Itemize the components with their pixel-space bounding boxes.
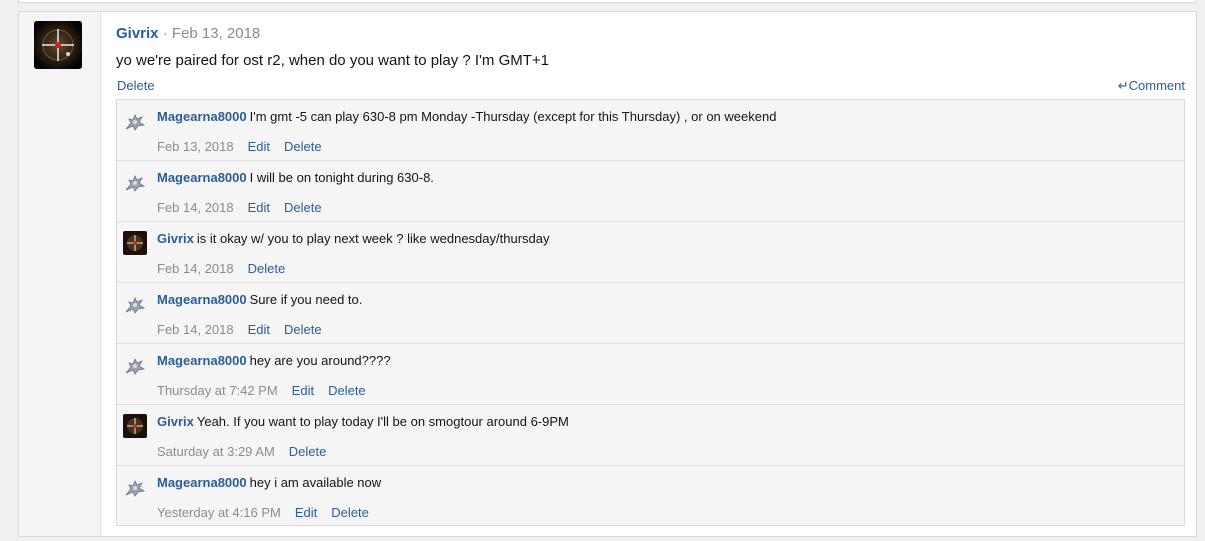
delete-comment-link[interactable]: Delete xyxy=(284,200,322,215)
comment-meta: Feb 13, 2018 Edit Delete xyxy=(157,139,322,154)
comment-item: Magearna8000 Sure if you need to. Feb 14, … xyxy=(117,283,1184,344)
comment-text: is it okay w/ you to play next week ? li… xyxy=(196,231,550,246)
previous-message-edge xyxy=(18,0,1196,3)
comment-date[interactable]: Feb 14, 2018 xyxy=(157,261,234,276)
edit-comment-link[interactable]: Edit xyxy=(295,505,317,520)
message-user-column xyxy=(19,12,101,536)
delete-post-link[interactable]: Delete xyxy=(117,78,155,93)
comment-meta: Saturday at 3:29 AM Delete xyxy=(157,444,326,459)
comment-author-link[interactable]: Givrix xyxy=(157,231,194,246)
comment-author-link[interactable]: Magearna8000 xyxy=(157,475,247,490)
comment-meta: Thursday at 7:42 PM Edit Delete xyxy=(157,383,366,398)
comment-item: Magearna8000 hey i am available now Yester… xyxy=(117,466,1184,527)
comment-meta: Feb 14, 2018 Edit Delete xyxy=(157,200,322,215)
comment-date[interactable]: Feb 14, 2018 xyxy=(157,322,234,337)
comment-button[interactable]: ↵Comment xyxy=(1118,78,1185,94)
reply-icon: ↵ xyxy=(1117,78,1129,93)
comment-item: Magearna8000 I'm gmt -5 can play 630-8 pm… xyxy=(117,100,1184,161)
comment-date[interactable]: Feb 14, 2018 xyxy=(157,200,234,215)
post-body: yo we're paired for ost r2, when do you … xyxy=(116,52,550,69)
givrix-avatar-image xyxy=(34,21,82,69)
delete-comment-link[interactable]: Delete xyxy=(289,444,327,459)
comment-content: Magearna8000 I'm gmt -5 can play 630-8 pm… xyxy=(157,109,776,124)
magearna-avatar[interactable] xyxy=(123,109,147,133)
comment-date[interactable]: Yesterday at 4:16 PM xyxy=(157,505,281,520)
comment-label: Comment xyxy=(1128,78,1185,93)
separator: · xyxy=(162,25,168,42)
comment-meta: Yesterday at 4:16 PM Edit Delete xyxy=(157,505,369,520)
comment-text: Yeah. If you want to play today I'll be … xyxy=(196,414,569,429)
comment-item: Givrix Yeah. If you want to play today I'… xyxy=(117,405,1184,466)
post-author-link[interactable]: Givrix xyxy=(116,25,159,42)
delete-comment-link[interactable]: Delete xyxy=(328,383,366,398)
edit-comment-link[interactable]: Edit xyxy=(248,139,270,154)
comment-author-link[interactable]: Magearna8000 xyxy=(157,170,247,185)
comment-text: Sure if you need to. xyxy=(249,292,363,307)
comment-text: I will be on tonight during 630-8. xyxy=(249,170,434,185)
comment-date[interactable]: Saturday at 3:29 AM xyxy=(157,444,275,459)
comment-content: Givrix is it okay w/ you to play next wee… xyxy=(157,231,549,246)
comment-author-link[interactable]: Magearna8000 xyxy=(157,109,247,124)
edit-comment-link[interactable]: Edit xyxy=(292,383,314,398)
magearna-avatar[interactable] xyxy=(123,292,147,316)
profile-post: Givrix · Feb 13, 2018 yo we're paired fo… xyxy=(18,11,1197,537)
comment-author-link[interactable]: Magearna8000 xyxy=(157,353,247,368)
comment-content: Magearna8000 Sure if you need to. xyxy=(157,292,362,307)
comment-content: Magearna8000 I will be on tonight during … xyxy=(157,170,434,185)
message-header: Givrix · Feb 13, 2018 xyxy=(116,25,260,42)
post-action-bar: Delete xyxy=(117,78,155,93)
delete-comment-link[interactable]: Delete xyxy=(284,139,322,154)
comment-text: I'm gmt -5 can play 630-8 pm Monday -Thu… xyxy=(249,109,777,124)
delete-comment-link[interactable]: Delete xyxy=(248,261,286,276)
edit-comment-link[interactable]: Edit xyxy=(248,200,270,215)
delete-comment-link[interactable]: Delete xyxy=(284,322,322,337)
comment-item: Magearna8000 I will be on tonight during … xyxy=(117,161,1184,222)
comment-item: Magearna8000 hey are you around???? Thursd… xyxy=(117,344,1184,405)
comment-content: Magearna8000 hey i am available now xyxy=(157,475,381,490)
post-date[interactable]: Feb 13, 2018 xyxy=(172,25,260,42)
magearna-avatar[interactable] xyxy=(123,170,147,194)
comment-author-link[interactable]: Givrix xyxy=(157,414,194,429)
comment-text: hey i am available now xyxy=(249,475,382,490)
comment-date[interactable]: Thursday at 7:42 PM xyxy=(157,383,278,398)
comment-content: Givrix Yeah. If you want to play today I'… xyxy=(157,414,569,429)
magearna-avatar[interactable] xyxy=(123,353,147,377)
comment-content: Magearna8000 hey are you around???? xyxy=(157,353,391,368)
comment-author-link[interactable]: Magearna8000 xyxy=(157,292,247,307)
comment-date[interactable]: Feb 13, 2018 xyxy=(157,139,234,154)
comment-text: hey are you around???? xyxy=(249,353,391,368)
givrix-avatar[interactable] xyxy=(123,414,147,438)
comment-meta: Feb 14, 2018 Delete xyxy=(157,261,285,276)
comment-list: Magearna8000 I'm gmt -5 can play 630-8 pm… xyxy=(116,99,1185,526)
edit-comment-link[interactable]: Edit xyxy=(248,322,270,337)
magearna-avatar[interactable] xyxy=(123,475,147,499)
delete-comment-link[interactable]: Delete xyxy=(331,505,369,520)
givrix-avatar[interactable] xyxy=(123,231,147,255)
comment-meta: Feb 14, 2018 Edit Delete xyxy=(157,322,322,337)
avatar[interactable] xyxy=(34,21,82,69)
comment-item: Givrix is it okay w/ you to play next wee… xyxy=(117,222,1184,283)
